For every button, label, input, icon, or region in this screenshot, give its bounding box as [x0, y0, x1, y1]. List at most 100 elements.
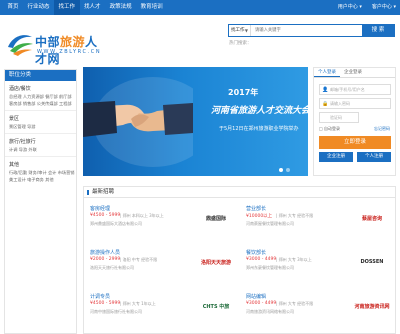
- logo-swirl-icon: [8, 35, 33, 56]
- job-meta: | 洛阳 中专 经验不限: [120, 257, 158, 262]
- login-tabs: 个人登录 企业登录: [314, 68, 395, 78]
- sidebar-group-title[interactable]: 旅行/社旅行: [9, 138, 76, 146]
- job-title[interactable]: 计调专员: [90, 293, 110, 300]
- search-button[interactable]: 搜 索: [362, 25, 394, 36]
- job-title[interactable]: 网站编辑: [246, 293, 266, 300]
- client-center-menu[interactable]: 客户中心 ▾: [372, 0, 396, 15]
- search-bar: 找工作 ▼ 搜 索: [228, 24, 395, 37]
- tab-company-login[interactable]: 企业登录: [340, 68, 366, 77]
- sidebar-group-links[interactable]: 行政/后勤 财务/审计 会计 市场营销 美工设计 电子商务 其他: [9, 169, 76, 183]
- sidebar-header: 职位分类: [5, 70, 76, 81]
- top-user-links: 用户中心 ▾ 客户中心 ▾: [338, 0, 396, 15]
- remember-checkbox[interactable]: □ 自动登录: [319, 126, 340, 132]
- top-nav-bar: 首页 行业动态 找工作 找人才 政策法规 教育培训 用户中心 ▾ 客户中心 ▾: [0, 0, 400, 15]
- password-field[interactable]: 🔒 请输入密码: [319, 98, 391, 109]
- job-company[interactable]: 郑州东豪餐饮管理有限公司: [246, 265, 294, 271]
- hero-banner[interactable]: 2017年 河南省旅游人才交流大会 于5月12日在郑州旅游职业学院举办: [83, 67, 308, 176]
- banner-dot[interactable]: [279, 168, 283, 172]
- job-company[interactable]: 河南旅游资讯网络有限公司: [246, 309, 294, 315]
- banner-pagination: [279, 168, 290, 172]
- job-company[interactable]: 郑州鼎盛国际大酒店有限公司: [90, 221, 142, 227]
- top-nav: 首页 行业动态 找工作 找人才 政策法规 教育培训: [3, 0, 167, 15]
- banner-dot[interactable]: [286, 168, 290, 172]
- job-salary: ¥10000以上: [246, 214, 273, 219]
- jobs-header: 最新招聘: [84, 187, 395, 198]
- job-card[interactable]: 餐饮部长 ¥3000 - 4499 | 郑州 大专 3年以上 郑州东豪餐饮管理有…: [242, 245, 392, 279]
- job-salary: ¥2000 - 2999: [90, 257, 121, 262]
- nav-industry-news[interactable]: 行业动态: [23, 0, 54, 15]
- sidebar-group-travel: 旅行/社旅行 计调 导游 外联: [5, 134, 76, 157]
- job-meta: | 郑州 大专 经验不限: [276, 301, 314, 306]
- company-logo[interactable]: CHTS 中旅: [196, 297, 236, 315]
- nav-training[interactable]: 教育培训: [136, 0, 167, 15]
- company-logo[interactable]: 河南旅游资讯网: [352, 297, 392, 315]
- login-panel: 个人登录 企业登录 👤 邮箱/手机号/用户名 🔒 请输入密码 验证码 □ 自动登…: [313, 67, 396, 176]
- job-meta: | 郑州 大专 3年以上: [276, 257, 312, 262]
- job-meta: | 郑州 本科以上 3年以上: [120, 213, 164, 218]
- job-meta: | 郑州 大专 经验不限: [276, 213, 314, 218]
- username-field[interactable]: 👤 邮箱/手机号/用户名: [319, 84, 391, 95]
- job-meta: | 郑州 大专 1年以上: [120, 301, 156, 306]
- search-type-label: 找工作: [231, 28, 245, 33]
- logo-url: WWW.ZBLYRC.CN: [37, 49, 102, 55]
- company-logo[interactable]: 洛阳天天旅游: [196, 253, 236, 271]
- sidebar-group-other: 其他 行政/后勤 财务/审计 会计 市场营销 美工设计 电子商务 其他: [5, 157, 76, 186]
- handshake-image: [83, 77, 193, 167]
- sidebar-group-links[interactable]: 景区管理 导游: [9, 123, 76, 130]
- company-logo[interactable]: DOSSEN: [352, 253, 392, 271]
- captcha-field[interactable]: 验证码: [319, 112, 359, 123]
- search-type-select[interactable]: 找工作 ▼: [229, 25, 251, 36]
- banner-year: 2017年: [228, 88, 259, 97]
- search-input[interactable]: [253, 25, 361, 36]
- job-title[interactable]: 营业部长: [246, 205, 266, 212]
- job-card[interactable]: 客房经理 ¥4500 - 5999 | 郑州 本科以上 3年以上 郑州鼎盛国际大…: [86, 201, 236, 235]
- login-button[interactable]: 立即登录: [319, 136, 391, 149]
- job-title[interactable]: 餐饮部长: [246, 249, 266, 256]
- tab-personal-login[interactable]: 个人登录: [314, 68, 340, 77]
- sidebar-group-title[interactable]: 其他: [9, 161, 76, 169]
- banner-title: 河南省旅游人才交流大会: [211, 106, 308, 116]
- latest-jobs-panel: 最新招聘 客房经理 ¥4500 - 5999 | 郑州 本科以上 3年以上 郑州…: [83, 186, 396, 334]
- job-company[interactable]: 洛阳天天旅行社有限公司: [90, 265, 134, 271]
- site-logo[interactable]: 中部旅游人才网 WWW.ZBLYRC.CN: [5, 21, 105, 66]
- logo-name-pre: 中部: [35, 35, 61, 49]
- forgot-password-link[interactable]: 忘记密码: [374, 126, 390, 132]
- nav-policies[interactable]: 政策法规: [105, 0, 136, 15]
- sidebar-group-title[interactable]: 景区: [9, 115, 76, 123]
- job-title[interactable]: 客房经理: [90, 205, 110, 212]
- chevron-down-icon: ▼: [244, 28, 248, 33]
- sidebar-group-scenic: 景区 景区管理 导游: [5, 111, 76, 134]
- job-card[interactable]: 营业部长 ¥10000以上 | 郑州 大专 经验不限 河南蔡屋餐饮管理有限公司 …: [242, 201, 392, 235]
- captcha-placeholder: 验证码: [330, 115, 342, 120]
- job-card[interactable]: 旅游操作人员 ¥2000 - 2999 | 洛阳 中专 经验不限 洛阳天天旅行社…: [86, 245, 236, 279]
- nav-find-talent[interactable]: 找人才: [80, 0, 106, 15]
- job-salary: ¥4500 - 5999: [90, 301, 121, 306]
- company-logo[interactable]: 蔡屋咨询: [352, 209, 392, 227]
- category-sidebar: 职位分类 酒店/餐饮 总经理 人力资源部 餐厅部 前厅部 客房部 销售部 公关传…: [4, 69, 77, 334]
- logo-name-highlight: 旅游: [60, 35, 86, 49]
- job-title[interactable]: 旅游操作人员: [90, 249, 120, 256]
- company-register-button[interactable]: 企业注册: [319, 152, 353, 162]
- job-salary: ¥3000 - 4499: [246, 257, 277, 262]
- job-company[interactable]: 河南中旅国际旅行社有限公司: [90, 309, 142, 315]
- site-header: 中部旅游人才网 WWW.ZBLYRC.CN 找工作 ▼ 搜 索 热门搜索：: [0, 15, 400, 66]
- nav-find-job[interactable]: 找工作: [54, 0, 80, 15]
- sidebar-group-links[interactable]: 总经理 人力资源部 餐厅部 前厅部 客房部 销售部 公关传媒部 工程部: [9, 93, 76, 107]
- username-placeholder: 邮箱/手机号/用户名: [330, 87, 365, 92]
- job-card[interactable]: 计调专员 ¥4500 - 5999 | 郑州 大专 1年以上 河南中旅国际旅行社…: [86, 289, 236, 323]
- hot-searches-label: 热门搜索：: [229, 41, 252, 46]
- job-salary: ¥3000 - 4499: [246, 301, 277, 306]
- lock-icon: 🔒: [322, 101, 329, 107]
- personal-register-button[interactable]: 个人注册: [357, 152, 391, 162]
- job-card[interactable]: 网站编辑 ¥3000 - 4499 | 郑州 大专 经验不限 河南旅游资讯网络有…: [242, 289, 392, 323]
- banner-subtitle: 于5月12日在郑州旅游职业学院举办: [219, 126, 299, 132]
- user-center-menu[interactable]: 用户中心 ▾: [338, 0, 362, 15]
- nav-home[interactable]: 首页: [3, 0, 23, 15]
- job-salary: ¥4500 - 5999: [90, 213, 121, 218]
- password-placeholder: 请输入密码: [330, 101, 350, 106]
- sidebar-group-title[interactable]: 酒店/餐饮: [9, 85, 76, 93]
- job-company[interactable]: 河南蔡屋餐饮管理有限公司: [246, 221, 294, 227]
- company-logo[interactable]: 鼎盛国际: [196, 209, 236, 227]
- sidebar-group-links[interactable]: 计调 导游 外联: [9, 146, 76, 153]
- person-icon: 👤: [322, 87, 329, 93]
